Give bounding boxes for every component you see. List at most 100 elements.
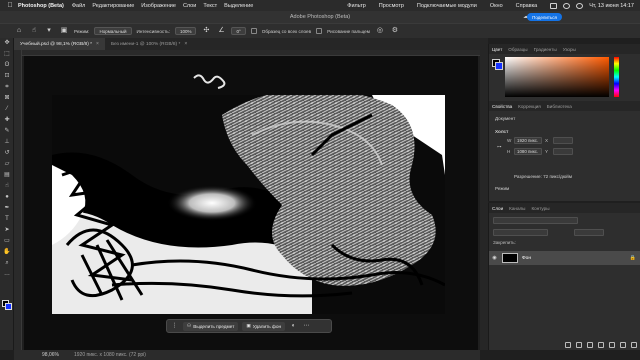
tab-color[interactable]: Цвет	[492, 47, 502, 52]
apple-icon[interactable]: 	[6, 2, 14, 9]
layer-name[interactable]: Фон	[522, 256, 531, 261]
tab-properties[interactable]: Свойства	[492, 104, 512, 109]
battery-icon[interactable]	[550, 2, 558, 9]
app-menu[interactable]: Photoshop (Beta)	[18, 3, 64, 9]
link-icon[interactable]: ⊶	[497, 144, 502, 150]
pen-tool-icon[interactable]: ✒	[0, 203, 14, 214]
path-select-tool-icon[interactable]: ➤	[0, 225, 14, 236]
sample-all-checkbox[interactable]	[250, 28, 257, 34]
menu-image[interactable]: Изображение	[141, 3, 176, 9]
tab-patterns[interactable]: Узоры	[563, 47, 576, 52]
document-label: Документ	[495, 116, 516, 121]
healing-tool-icon[interactable]: ✚	[0, 115, 14, 126]
document-dimensions[interactable]: 1920 пикс. x 1080 пикс. (72 ppi)	[74, 352, 146, 358]
adjust-icon[interactable]: ◐	[289, 322, 298, 331]
tab-gradients[interactable]: Градиенты	[534, 47, 557, 52]
mask-icon[interactable]	[587, 342, 593, 348]
canvas-height-field[interactable]: 1080 пикс.	[514, 148, 542, 155]
layer-row[interactable]: ◉ Фон 🔒	[489, 251, 640, 265]
canvas-y-field[interactable]	[553, 148, 573, 155]
trash-icon[interactable]	[631, 342, 637, 348]
layer-filter-input[interactable]	[493, 217, 578, 224]
hand-tool-icon[interactable]: ✋	[0, 247, 14, 258]
link-layers-icon[interactable]	[565, 342, 571, 348]
share-button[interactable]: Поделиться	[527, 13, 562, 21]
history-brush-tool-icon[interactable]: ↺	[0, 148, 14, 159]
lasso-tool-icon[interactable]: ʘ	[0, 60, 14, 71]
gradient-tool-icon[interactable]: ▤	[0, 170, 14, 181]
eye-icon[interactable]: ◉	[491, 255, 498, 261]
canvas-width-field[interactable]: 1920 пикс.	[514, 137, 542, 144]
panel-background-swatch[interactable]	[495, 62, 503, 70]
menu-help[interactable]: Справка	[516, 3, 538, 9]
home-icon[interactable]: ⌂	[14, 26, 24, 36]
dodge-tool-icon[interactable]: ●	[0, 192, 14, 203]
brush-settings-icon[interactable]: ▾	[44, 26, 54, 36]
brush-tool-icon[interactable]: ✎	[0, 126, 14, 137]
eyedropper-tool-icon[interactable]: ⁄	[0, 104, 14, 115]
menu-window[interactable]: Окно	[490, 3, 503, 9]
group-icon[interactable]	[609, 342, 615, 348]
canvas-section-label[interactable]: Холст	[495, 129, 508, 134]
color-picker-field[interactable]	[505, 57, 609, 97]
menu-file[interactable]: Файл	[72, 3, 86, 9]
menu-layers[interactable]: Слои	[183, 3, 196, 9]
smudge-tool-icon[interactable]: ☝	[29, 26, 39, 36]
lock-icon[interactable]: 🔒	[630, 255, 636, 261]
menu-select[interactable]: Выделение	[224, 3, 253, 9]
move-tool-icon[interactable]: ✥	[0, 38, 14, 49]
remove-background-button[interactable]: ▣ Удалить фон	[242, 321, 286, 331]
finger-painting-checkbox[interactable]	[316, 28, 323, 34]
menu-filter[interactable]: Фильтр	[347, 3, 365, 9]
blend-mode-select[interactable]	[493, 229, 548, 236]
close-icon[interactable]: ×	[96, 41, 99, 47]
close-icon[interactable]: ×	[184, 41, 187, 47]
shape-tool-icon[interactable]: ▭	[0, 236, 14, 247]
tab-channels[interactable]: Каналы	[509, 206, 525, 211]
menu-view[interactable]: Просмотр	[379, 3, 404, 9]
document-canvas[interactable]	[52, 95, 445, 314]
hue-slider[interactable]	[614, 57, 619, 97]
tab-paths[interactable]: Контуры	[531, 206, 549, 211]
marquee-tool-icon[interactable]: ⬚	[0, 49, 14, 60]
smudge-tool-icon[interactable]: ☝	[0, 181, 14, 192]
mode-select[interactable]: Нормальный	[94, 27, 132, 35]
opacity-input[interactable]	[574, 229, 604, 236]
tab-layers[interactable]: Слои	[492, 206, 503, 211]
eraser-tool-icon[interactable]: ▱	[0, 159, 14, 170]
wifi-icon[interactable]	[563, 2, 571, 9]
stamp-tool-icon[interactable]: ⊥	[0, 137, 14, 148]
frame-tool-icon[interactable]: ⊠	[0, 93, 14, 104]
zoom-level[interactable]: 98,06%	[42, 352, 59, 358]
flow-input[interactable]: 100%	[174, 27, 197, 35]
crop-tool-icon[interactable]: ⌗	[0, 82, 14, 93]
object-select-tool-icon[interactable]: ⊡	[0, 71, 14, 82]
more-tools-icon[interactable]: …	[0, 269, 14, 280]
more-icon[interactable]: ⋯	[302, 322, 311, 331]
tab-libraries[interactable]: Библиотека	[547, 104, 572, 109]
vertical-ruler[interactable]	[14, 50, 22, 350]
pressure-icon[interactable]: ◎	[375, 26, 385, 36]
background-color-swatch[interactable]	[5, 303, 12, 310]
adjustment-layer-icon[interactable]	[598, 342, 604, 348]
type-tool-icon[interactable]: T	[0, 214, 14, 225]
menubar-clock[interactable]: Чт, 13 июня 14:17	[589, 3, 634, 9]
airbrush-icon[interactable]: ✣	[201, 26, 211, 36]
tab-uchebny[interactable]: Учебный.psd @ 98,1% (RGB/8) * ×	[14, 38, 105, 50]
drag-handle-icon[interactable]: ⋮	[170, 322, 179, 331]
angle-input[interactable]: 0°	[231, 27, 246, 35]
select-subject-button[interactable]: ⚇ Выделить предмет	[183, 321, 239, 331]
tab-untitled[interactable]: Без имени-1 @ 100% (RGB/8) * ×	[105, 38, 193, 50]
search-icon[interactable]	[576, 2, 584, 9]
brush-panel-icon[interactable]: ▣	[59, 26, 69, 36]
tab-adjustments[interactable]: Коррекция	[518, 104, 541, 109]
symmetry-icon[interactable]: ⚙	[390, 26, 400, 36]
menu-plugins[interactable]: Подключаемые модули	[417, 3, 477, 9]
canvas-x-field[interactable]	[553, 137, 573, 144]
menu-edit[interactable]: Редактирование	[92, 3, 134, 9]
new-layer-icon[interactable]	[620, 342, 626, 348]
tab-swatches[interactable]: Образцы	[508, 47, 527, 52]
fx-icon[interactable]	[576, 342, 582, 348]
zoom-tool-icon[interactable]: ⌕	[0, 258, 14, 269]
menu-text[interactable]: Текст	[203, 3, 217, 9]
